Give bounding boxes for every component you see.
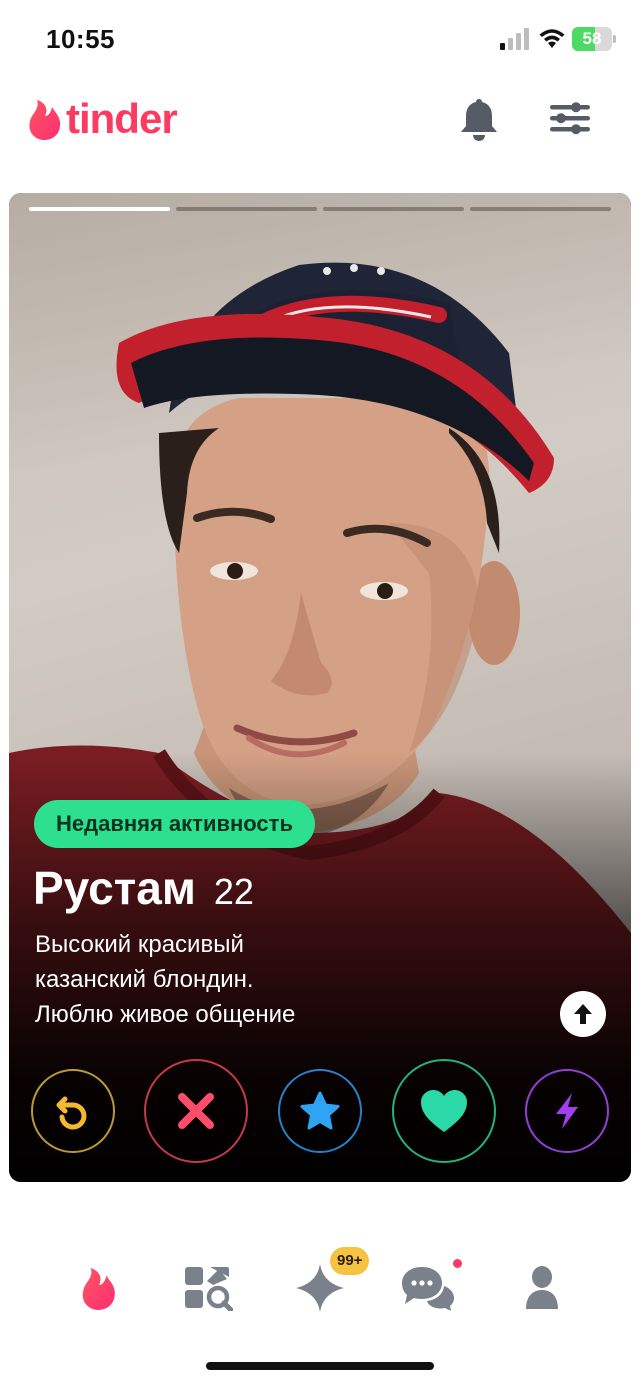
nav-profile[interactable]	[512, 1260, 572, 1316]
open-profile-button[interactable]	[560, 991, 606, 1037]
new-message-dot	[453, 1259, 462, 1268]
chat-icon	[402, 1267, 454, 1311]
logo-wordmark: tinder	[66, 95, 178, 142]
app-header: tinder	[0, 84, 640, 154]
nope-button[interactable]	[144, 1059, 248, 1163]
super-like-star-icon	[300, 1091, 340, 1130]
bell-icon[interactable]	[458, 96, 500, 142]
profile-card[interactable]: Недавняя активность Рустам 22 Высокий кр…	[9, 193, 631, 1182]
super-like-button[interactable]	[278, 1069, 362, 1153]
rewind-icon	[56, 1096, 87, 1130]
nope-x-icon	[178, 1093, 214, 1129]
nav-home[interactable]	[68, 1260, 128, 1316]
boost-button[interactable]	[525, 1069, 609, 1153]
photo-progress-segment[interactable]	[176, 207, 317, 211]
nav-messages[interactable]	[398, 1260, 458, 1316]
status-time: 10:55	[46, 24, 115, 54]
bio-line: Высокий красивый	[35, 931, 244, 958]
photo-progress-segment[interactable]	[29, 207, 170, 211]
profile-name: Рустам	[33, 862, 196, 914]
bio-line: казанский блондин.	[35, 966, 254, 993]
nav-explore[interactable]	[178, 1260, 238, 1316]
bio-line: Люблю живое общение	[35, 1001, 296, 1028]
explore-icon	[185, 1267, 233, 1311]
photo-progress-segment[interactable]	[470, 207, 611, 211]
battery-icon: 58	[572, 27, 616, 51]
boost-lightning-icon	[556, 1093, 578, 1129]
like-button[interactable]	[392, 1059, 496, 1163]
top-picks-count-badge: 99+	[330, 1247, 370, 1275]
wifi-icon	[539, 29, 565, 48]
recently-active-badge: Недавняя активность	[34, 800, 315, 848]
action-buttons	[9, 1059, 631, 1163]
photo-progress-segment[interactable]	[323, 207, 464, 211]
profile-icon	[526, 1266, 558, 1309]
photo-progress	[29, 207, 611, 211]
battery-percent: 58	[582, 29, 602, 48]
arrow-up-icon	[574, 1004, 592, 1024]
cellular-signal-icon	[500, 28, 529, 50]
flame-logo-icon	[29, 100, 61, 140]
profile-age: 22	[213, 871, 254, 912]
bottom-navigation: 99+	[0, 1232, 640, 1342]
home-flame-icon	[82, 1268, 115, 1310]
tinder-logo: tinder	[26, 95, 178, 142]
like-heart-icon	[421, 1090, 467, 1132]
name-age-row: Рустам 22	[33, 861, 254, 917]
filter-sliders-icon[interactable]	[548, 98, 592, 138]
rewind-button[interactable]	[31, 1069, 115, 1153]
status-bar: 10:55 58	[0, 0, 640, 80]
profile-bio: Высокий красивый казанский блондин. Любл…	[35, 927, 535, 1032]
home-indicator	[206, 1362, 434, 1370]
